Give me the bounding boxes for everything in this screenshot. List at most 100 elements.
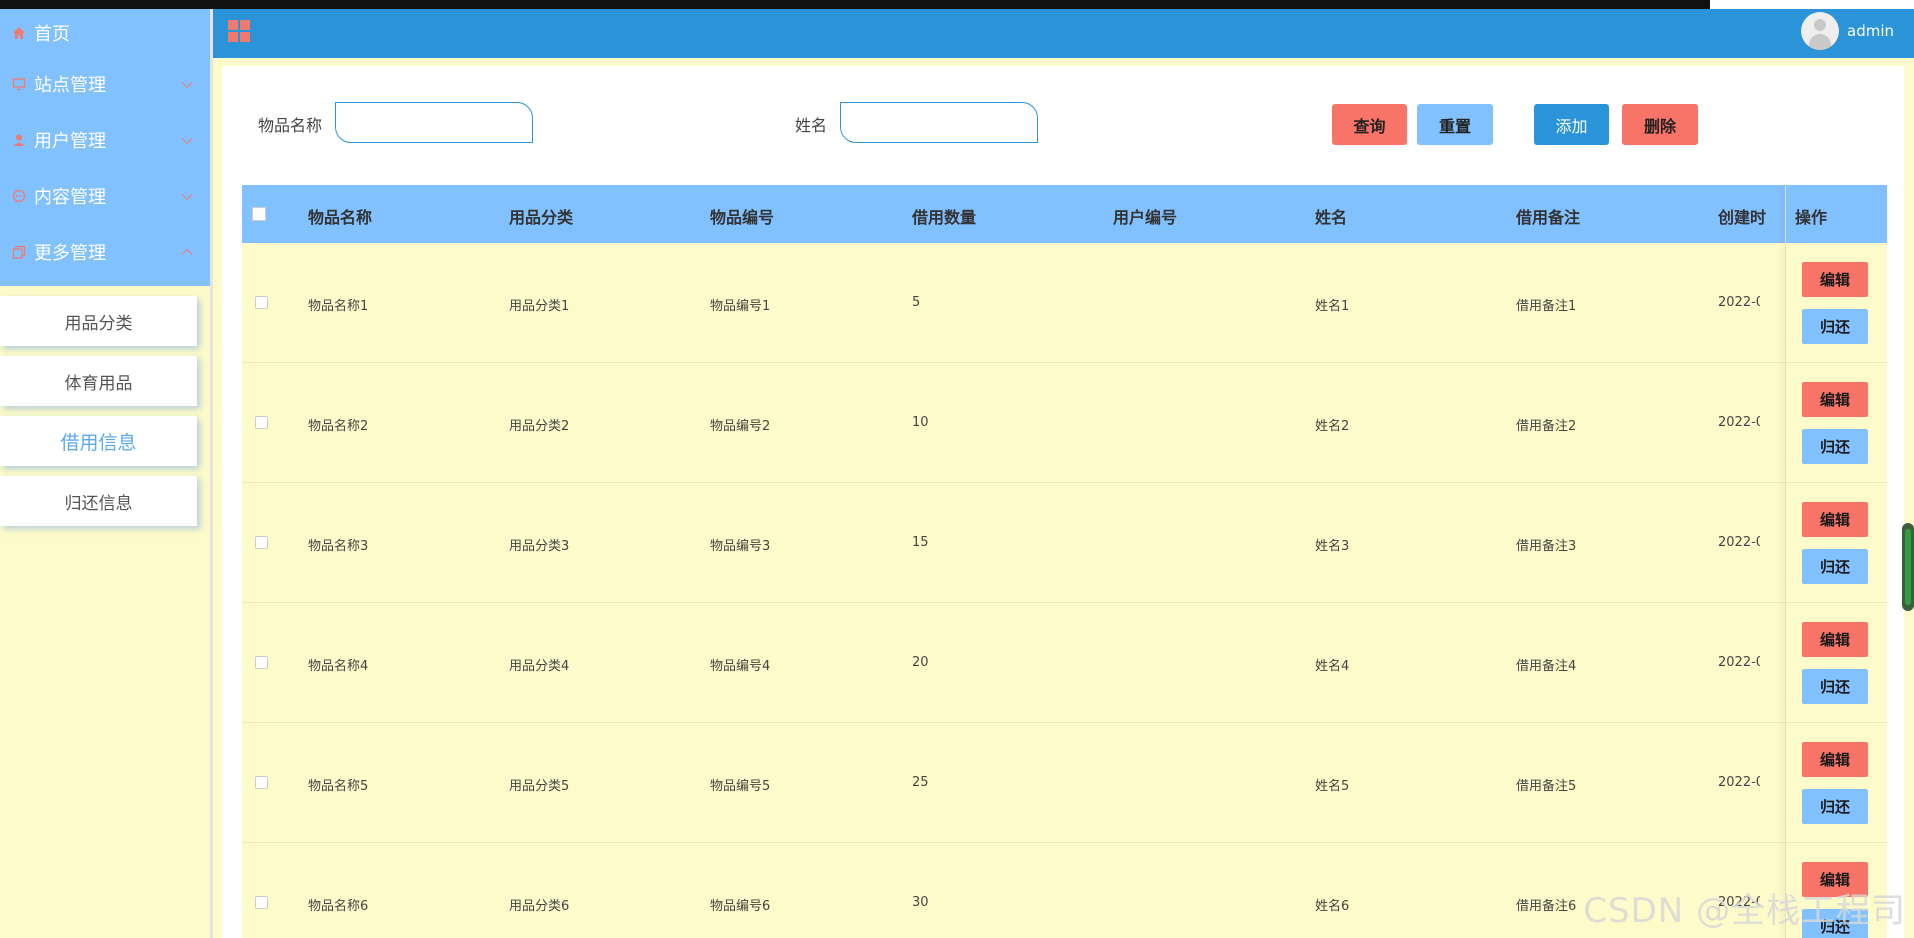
table-cell-name: 姓名3 [1315, 539, 1350, 554]
actions-column: 编辑 归还 编辑 归还 编辑 归还 编辑 归还 编辑 归还 编辑 归还 [1785, 185, 1887, 938]
table-cell-item-name: 物品名称2 [308, 419, 369, 434]
row-checkbox[interactable] [255, 416, 268, 429]
table-cell-item-name: 物品名称1 [308, 299, 369, 314]
edit-button[interactable]: 编辑 [1802, 262, 1868, 297]
top-strip-gap [1710, 0, 1914, 9]
column-header[interactable]: 用户编号 [1113, 204, 1177, 228]
column-header[interactable]: 用品分类 [509, 204, 573, 228]
delete-button[interactable]: 删除 [1622, 104, 1698, 145]
reset-button[interactable]: 重置 [1417, 104, 1493, 145]
submenu: 用品分类 体育用品 借用信息 归还信息 [0, 286, 213, 526]
menu-item-label: 更多管理 [34, 243, 106, 264]
row-checkbox[interactable] [255, 896, 268, 909]
row-checkbox[interactable] [255, 296, 268, 309]
edit-button[interactable]: 编辑 [1802, 742, 1868, 777]
sidebar: 首页 站点管理 用户管理 内容管理 更多管理 用品分类 体育用品 借用信息 归还… [0, 9, 213, 938]
column-header[interactable]: 借用数量 [912, 204, 976, 228]
watermark: CSDN @全栈工程司 [1583, 891, 1906, 931]
table-header: 物品名称 用品分类 物品编号 借用数量 用户编号 姓名 借用备注 创建时 操作 [242, 185, 1887, 243]
chevron-down-icon [181, 132, 193, 145]
row-checkbox[interactable] [255, 656, 268, 669]
table-row: 物品名称1 用品分类1 物品编号1 5 姓名1 借用备注1 2022-0 [242, 243, 1887, 363]
return-button[interactable]: 归还 [1802, 669, 1868, 704]
table-cell-item-no: 物品编号6 [710, 899, 771, 914]
table-cell-item-name: 物品名称6 [308, 899, 369, 914]
sidebar-divider [210, 9, 213, 938]
copy-icon [10, 243, 28, 261]
column-header[interactable]: 姓名 [1315, 204, 1347, 228]
column-header[interactable]: 创建时 [1718, 204, 1766, 228]
return-button[interactable]: 归还 [1802, 309, 1868, 344]
table-cell-item-name: 物品名称3 [308, 539, 369, 554]
menu-item-site[interactable]: 站点管理 [0, 56, 213, 112]
edit-button[interactable]: 编辑 [1802, 502, 1868, 537]
chat-icon [10, 187, 28, 205]
row-checkbox[interactable] [255, 776, 268, 789]
menu-item-label: 站点管理 [34, 75, 106, 96]
column-header[interactable]: 物品名称 [308, 204, 372, 228]
submenu-item-category[interactable]: 用品分类 [0, 296, 197, 346]
column-header[interactable]: 物品编号 [710, 204, 774, 228]
chevron-down-icon [181, 76, 193, 89]
item-name-input[interactable] [335, 102, 533, 143]
submenu-item-return-info[interactable]: 归还信息 [0, 476, 197, 526]
table-cell-item-no: 物品编号4 [710, 659, 771, 674]
return-button[interactable]: 归还 [1802, 549, 1868, 584]
table-cell-category: 用品分类3 [509, 539, 570, 554]
name-label: 姓名 [795, 116, 828, 135]
name-input[interactable] [840, 102, 1038, 143]
row-checkbox[interactable] [255, 536, 268, 549]
menu-item-content[interactable]: 内容管理 [0, 168, 213, 224]
table-cell-qty: 5 [912, 295, 921, 310]
home-icon [10, 24, 28, 42]
return-button[interactable]: 归还 [1802, 789, 1868, 824]
table-cell-remark: 借用备注6 [1516, 899, 1577, 914]
return-button[interactable]: 归还 [1802, 429, 1868, 464]
table-cell-name: 姓名4 [1315, 659, 1350, 674]
menu-item-label: 用户管理 [34, 131, 106, 152]
table-cell-name: 姓名2 [1315, 419, 1350, 434]
chevron-up-icon [181, 248, 193, 261]
main-panel: 物品名称 姓名 查询 重置 添加 删除 物品名称 用品分类 物品编号 借用数量 … [222, 66, 1904, 938]
table-cell-qty: 30 [912, 895, 929, 910]
table-cell-name: 姓名1 [1315, 299, 1350, 314]
table-cell-category: 用品分类6 [509, 899, 570, 914]
menu-item-more[interactable]: 更多管理 [0, 224, 213, 280]
user-icon [10, 131, 28, 149]
scrollbar[interactable] [1902, 523, 1914, 611]
table-cell-remark: 借用备注4 [1516, 659, 1577, 674]
search-bar: 物品名称 姓名 查询 重置 添加 删除 [222, 66, 1904, 184]
table-cell-name: 姓名5 [1315, 779, 1350, 794]
table-cell-category: 用品分类1 [509, 299, 570, 314]
table-cell-name: 姓名6 [1315, 899, 1350, 914]
table-row: 物品名称4 用品分类4 物品编号4 20 姓名4 借用备注4 2022-0 [242, 603, 1887, 723]
table-cell-created: 2022-0 [1718, 295, 1760, 310]
item-name-label: 物品名称 [258, 116, 323, 135]
table-body: 物品名称1 用品分类1 物品编号1 5 姓名1 借用备注1 2022-0 物品名称2 用品分类2… [242, 243, 1887, 938]
monitor-icon [10, 75, 28, 93]
menu-item-label: 内容管理 [34, 187, 106, 208]
table-cell-qty: 20 [912, 655, 929, 670]
grid-menu-icon[interactable] [228, 20, 250, 42]
user-menu[interactable]: admin [1801, 12, 1894, 50]
query-button[interactable]: 查询 [1332, 104, 1407, 145]
menu-item-home[interactable]: 首页 [0, 9, 213, 56]
table-cell-category: 用品分类5 [509, 779, 570, 794]
table-cell-remark: 借用备注2 [1516, 419, 1577, 434]
avatar [1801, 12, 1839, 50]
top-header: admin [213, 9, 1914, 58]
data-table: 物品名称 用品分类 物品编号 借用数量 用户编号 姓名 借用备注 创建时 操作 … [242, 185, 1887, 938]
table-cell-created: 2022-0 [1718, 655, 1760, 670]
table-cell-category: 用品分类2 [509, 419, 570, 434]
submenu-item-borrow-info[interactable]: 借用信息 [0, 416, 197, 466]
top-strip [0, 0, 1914, 9]
edit-button[interactable]: 编辑 [1802, 622, 1868, 657]
add-button[interactable]: 添加 [1534, 104, 1609, 145]
user-name: admin [1847, 22, 1894, 40]
menu-item-user[interactable]: 用户管理 [0, 112, 213, 168]
select-all-checkbox[interactable] [252, 207, 266, 221]
column-header[interactable]: 借用备注 [1516, 204, 1580, 228]
edit-button[interactable]: 编辑 [1802, 382, 1868, 417]
submenu-item-sports-goods[interactable]: 体育用品 [0, 356, 197, 406]
table-cell-created: 2022-0 [1718, 775, 1760, 790]
